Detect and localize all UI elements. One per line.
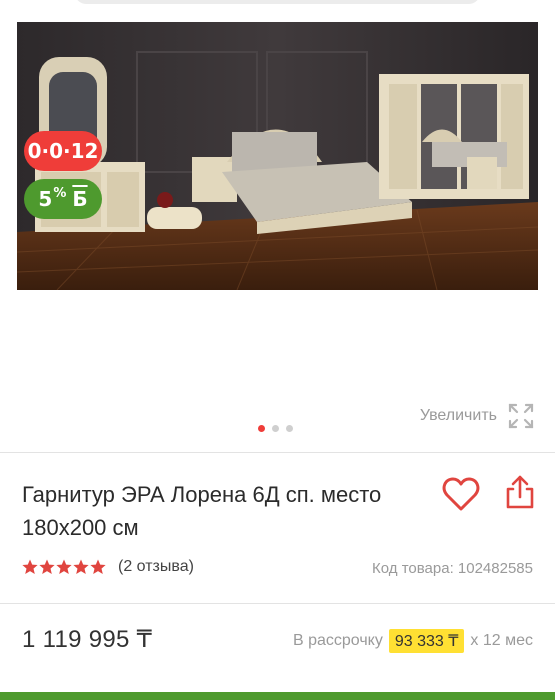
installment-amount: 93 333 ₸ — [388, 629, 465, 653]
search-bar[interactable] — [75, 0, 480, 4]
star-icon — [73, 559, 89, 574]
product-rating[interactable]: (2 отзыва) — [22, 558, 194, 576]
zoom-label: Увеличить — [419, 407, 497, 424]
pagination-dot-1[interactable] — [258, 425, 265, 432]
installment-info[interactable]: В рассрочку 93 333 ₸ x 12 мес — [293, 629, 533, 653]
expand-icon — [508, 403, 534, 429]
rating-stars — [22, 559, 106, 575]
gallery-pagination — [258, 425, 293, 432]
divider — [0, 603, 555, 604]
zoom-button[interactable]: Увеличить — [420, 402, 535, 430]
product-title: Гарнитур ЭРА Лорена 6Д сп. место 180х200… — [22, 482, 382, 540]
pagination-dot-2[interactable] — [272, 425, 279, 432]
pagination-dot-3[interactable] — [286, 425, 293, 432]
reviews-link[interactable]: (2 отзыва) — [118, 558, 194, 576]
installment-suffix: x 12 мес — [470, 632, 533, 649]
star-icon — [90, 559, 106, 574]
bonus-currency: Б — [72, 187, 88, 211]
star-icon — [56, 559, 72, 574]
divider — [0, 452, 555, 453]
share-icon[interactable] — [505, 474, 535, 510]
star-icon — [39, 559, 55, 574]
bonus-badge: 5% Б — [24, 179, 102, 219]
product-page: 0·0·12 5% Б Увеличить Гарнитур ЭРА Лорен… — [0, 0, 555, 700]
star-icon — [22, 559, 38, 574]
product-price: 1 119 995 ₸ — [22, 626, 153, 653]
installment-prefix: В рассрочку — [292, 632, 383, 649]
heart-icon[interactable] — [442, 476, 480, 512]
installment-badge: 0·0·12 — [24, 131, 102, 171]
product-sku: Код товара: 102482585 — [372, 560, 533, 577]
bottom-action-bar[interactable] — [0, 692, 555, 700]
bonus-percent: 5 — [38, 187, 53, 211]
bonus-percent-sign: % — [53, 185, 67, 201]
